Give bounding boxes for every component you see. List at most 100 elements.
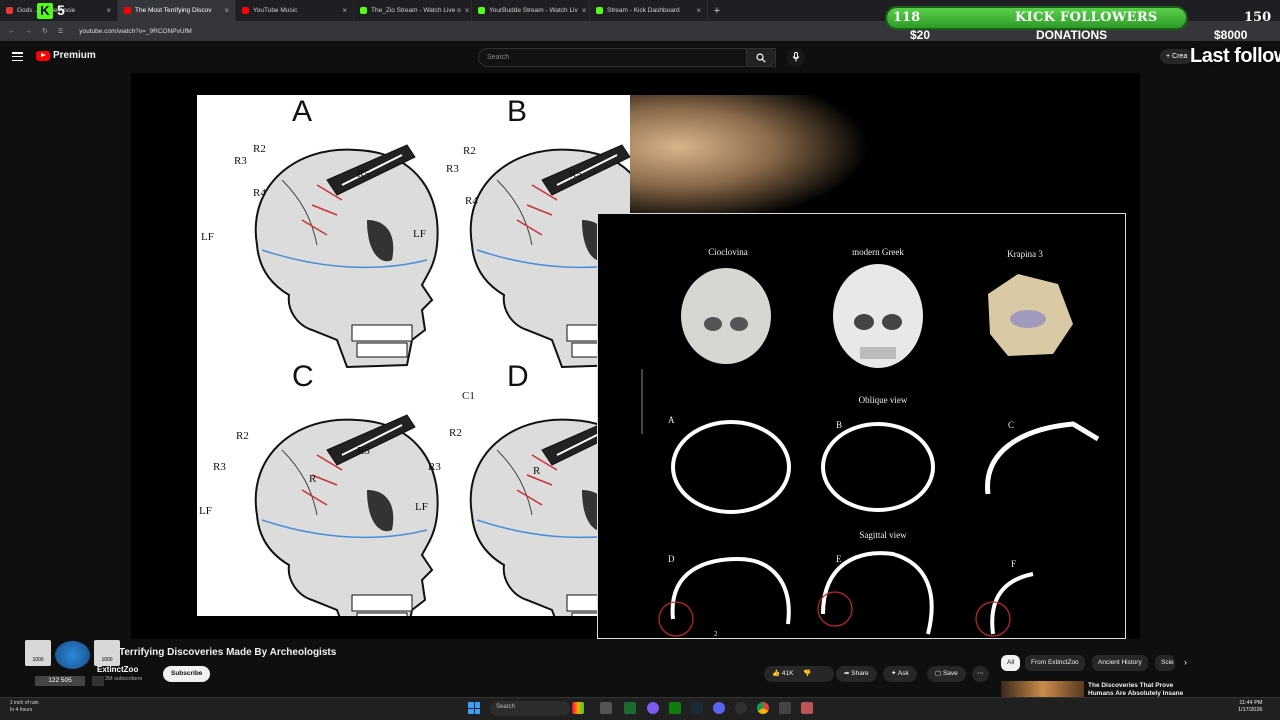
terminal-icon[interactable] [624, 702, 636, 714]
save-label: Save [942, 670, 958, 677]
label-r2: R2 [253, 143, 266, 155]
windows-start-icon[interactable] [468, 702, 480, 714]
chrome-icon[interactable] [757, 702, 769, 714]
voice-search-button[interactable] [786, 48, 805, 67]
chip-all[interactable]: All [1001, 655, 1021, 671]
kick-logo-icon: K [37, 3, 53, 19]
tab-label: YourBudde Stream - Watch Liv [489, 7, 578, 14]
browser-tab[interactable]: The_Zio Stream - Watch Live o × [354, 0, 472, 21]
youtube-header: Premium Search + Crea [0, 41, 1280, 74]
weather-line2: In 4 hours [10, 707, 33, 713]
chip-next-icon[interactable]: › [1184, 657, 1187, 667]
site-info-icon[interactable]: ☰ [58, 28, 63, 35]
widgets-icon[interactable] [572, 702, 584, 714]
xbox-icon[interactable] [669, 702, 681, 714]
url-field[interactable]: youtube.com/watch?v=_9RCONPvUfM [79, 28, 192, 35]
skull-sections-drawing [641, 264, 1100, 637]
video-title: Terrifying Discoveries Made By Archeolog… [119, 647, 337, 658]
tab-favicon-icon [6, 7, 13, 14]
reload-icon[interactable]: ↻ [42, 27, 48, 35]
donations-current: $20 [910, 28, 931, 42]
app-icon[interactable] [779, 702, 791, 714]
close-tab-icon[interactable]: × [342, 6, 347, 15]
dislike-icon[interactable]: 👎 [803, 670, 811, 677]
section-letter-e: E [836, 554, 842, 564]
subscribe-button[interactable]: Subscribe [163, 666, 211, 682]
label-lf: LF [413, 228, 426, 240]
youtube-play-icon [36, 50, 50, 61]
search-input[interactable]: Search [478, 48, 776, 67]
browser-tab[interactable]: Stream - Kick Dashboard × [590, 0, 708, 21]
close-tab-icon[interactable]: × [465, 6, 470, 15]
taskbar-search[interactable]: Search [490, 701, 570, 716]
new-tab-button[interactable]: + [708, 5, 726, 17]
steam-icon[interactable] [691, 702, 703, 714]
section-letter-a: A [668, 415, 675, 425]
close-tab-icon[interactable]: × [224, 6, 229, 15]
section-letter-f: F [1011, 559, 1017, 569]
section-letter-d: D [668, 554, 675, 564]
browser-tab[interactable]: YouTube Music × [236, 0, 354, 21]
label-c1: C1 [462, 390, 475, 402]
copilot-icon[interactable] [647, 702, 659, 714]
chip-science[interactable]: Scie [1155, 655, 1175, 671]
hamburger-menu-icon[interactable] [12, 52, 23, 61]
kick-overlay-number: 5 [57, 2, 65, 18]
search-button[interactable] [746, 48, 776, 67]
list-icon [92, 676, 104, 686]
subscriber-count: 2M subscribers [105, 676, 143, 682]
channel-name[interactable]: ExtinctZoo [97, 665, 138, 674]
recommendation-thumbnail[interactable] [1001, 681, 1084, 697]
panel-letter-b: B [507, 95, 528, 128]
save-button[interactable]: ▢ Save [927, 666, 966, 682]
label-r3: R3 [213, 461, 226, 473]
skull-diagrams [254, 144, 654, 638]
followers-current: 118 [893, 10, 921, 25]
chip-ancient-history[interactable]: Ancient History [1092, 655, 1148, 671]
system-clock[interactable]: 11:44 PM 1/17/2026 [1238, 700, 1262, 714]
logo-text: Premium [53, 50, 96, 61]
back-icon[interactable]: ← [8, 28, 15, 35]
tab-label: The_Zio Stream - Watch Live o [371, 7, 461, 14]
bookmark-icon: ▢ [935, 670, 942, 677]
more-actions-button[interactable]: ⋯ [972, 666, 989, 682]
task-view-icon[interactable] [600, 702, 612, 714]
sparkle-icon: ✦ [891, 670, 897, 677]
app-icon[interactable] [801, 702, 813, 714]
label-r2: R2 [236, 430, 249, 442]
ask-button[interactable]: ✦ Ask [883, 666, 917, 682]
weather-widget[interactable]: 1 inch of rain In 4 hours [10, 700, 39, 714]
weather-line1: 1 inch of rain [10, 700, 39, 706]
like-dislike-group: 👍 41K 👎 [764, 666, 834, 682]
close-tab-icon[interactable]: × [696, 6, 701, 15]
discord-icon[interactable] [713, 702, 725, 714]
close-tab-icon[interactable]: × [106, 6, 111, 15]
tab-favicon-icon [124, 7, 131, 14]
panel-letter-a: A [292, 95, 313, 128]
label-r: R [533, 465, 541, 477]
create-button[interactable]: + Crea [1160, 49, 1194, 64]
tab-label: YouTube Music [253, 7, 298, 14]
label-r4: R4 [253, 187, 266, 199]
close-tab-icon[interactable]: × [582, 6, 587, 15]
tab-label: Stream - Kick Dashboard [607, 7, 680, 14]
like-count[interactable]: 41K [782, 670, 794, 677]
label-lf: LF [199, 505, 212, 517]
forward-icon[interactable]: → [25, 28, 32, 35]
skull-section-figure: Cioclovina modern Greek Krapina 3 Obliqu… [597, 213, 1126, 639]
tab-label: The Most Terrifying Discov [135, 7, 212, 14]
recommendation-title[interactable]: The Discoveries That Prove Humans Are Ab… [1088, 682, 1188, 697]
chip-from-channel[interactable]: From ExtinctZoo [1025, 655, 1085, 671]
browser-tab[interactable]: The Most Terrifying Discov × [118, 0, 236, 21]
followers-goal-title: KICK FOLLOWERS [1015, 10, 1158, 25]
label-r2: R2 [449, 427, 462, 439]
youtube-premium-logo[interactable]: Premium [36, 50, 96, 61]
skull-diagram-panel: A B C D R2 R3 R4 R5 LF R2 R3 R4 R5 LF R2… [197, 95, 654, 638]
obs-icon[interactable] [735, 702, 747, 714]
browser-tab[interactable]: YourBudde Stream - Watch Liv × [472, 0, 590, 21]
share-button[interactable]: ➦ Share [836, 666, 877, 682]
label-lf: LF [201, 231, 214, 243]
like-icon[interactable]: 👍 [772, 670, 780, 677]
tab-favicon-icon [478, 7, 485, 14]
label-r3: R3 [446, 163, 459, 175]
